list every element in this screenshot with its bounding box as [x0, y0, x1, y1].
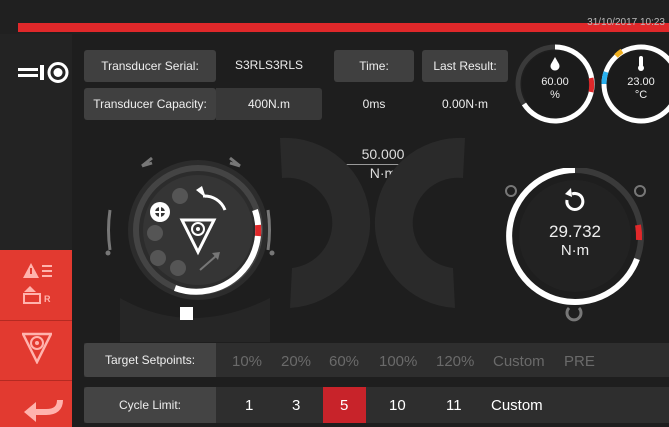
setpoint-120[interactable]: 120% — [436, 353, 474, 370]
time-value: 0ms — [362, 97, 386, 111]
temperature-value: 23.00 — [627, 76, 655, 88]
cycle-limit-10[interactable]: 10 — [389, 397, 406, 414]
stop-icon[interactable] — [180, 307, 193, 320]
setpoint-60[interactable]: 60% — [329, 353, 359, 370]
datetime: 31/10/2017 10:23 — [587, 17, 665, 28]
setpoint-pre[interactable]: PRE — [564, 353, 595, 370]
logo-icon — [18, 62, 69, 83]
cycle-limit-3[interactable]: 3 — [292, 397, 300, 414]
setpoint-20[interactable]: 20% — [281, 353, 311, 370]
accent-bar — [18, 23, 669, 32]
temperature-unit: °C — [634, 89, 648, 101]
cycle-limit-custom[interactable]: Custom — [491, 397, 543, 414]
svg-text:R: R — [44, 294, 51, 304]
time-label: Time: — [334, 50, 414, 82]
top-bar: 31/10/2017 10:23 — [0, 0, 669, 34]
last-result-label: Last Result: — [422, 50, 508, 82]
setpoints-label: Target Setpoints: — [84, 343, 216, 377]
humidity-unit: % — [550, 89, 560, 101]
back-arrow-icon[interactable] — [24, 396, 64, 422]
capacity-label: Transducer Capacity: — [84, 88, 216, 120]
side-action-panel: R — [0, 250, 72, 427]
last-result-value: 0.00N·m — [441, 97, 488, 111]
capacity-value: 400N.m — [216, 88, 322, 120]
mode-dial — [105, 156, 275, 300]
setpoint-custom[interactable]: Custom — [493, 353, 545, 370]
cycle-limit-11[interactable]: 11 — [446, 397, 462, 414]
serial-label: Transducer Serial: — [84, 50, 216, 82]
cycle-limit-label: Cycle Limit: — [84, 387, 216, 423]
setpoint-100[interactable]: 100% — [379, 353, 417, 370]
cycle-limit-5[interactable]: 5 — [340, 397, 348, 414]
torque-value: 29.732 — [549, 222, 601, 241]
torque-unit: N·m — [560, 242, 590, 259]
humidity-value: 60.00 — [541, 76, 569, 88]
triangle-target-icon[interactable] — [22, 332, 52, 364]
alarm-list-icon[interactable] — [22, 262, 52, 284]
cycle-limit-1[interactable]: 1 — [245, 397, 253, 414]
serial-value: S3RLS3RLS — [234, 58, 304, 72]
setpoint-10[interactable]: 10% — [232, 353, 262, 370]
battery-icon[interactable]: R — [22, 286, 52, 306]
